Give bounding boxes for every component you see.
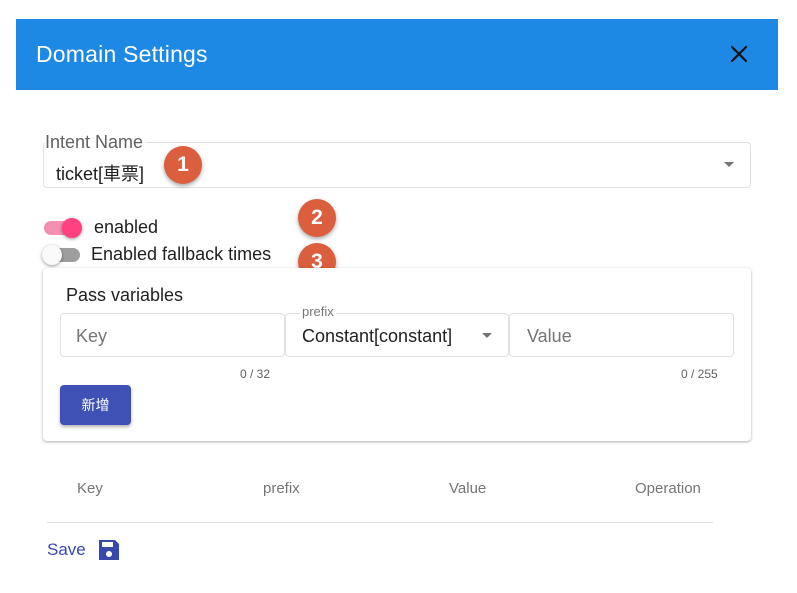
column-header-operation: Operation [635, 480, 701, 497]
step-badge-2: 2 [298, 199, 336, 237]
key-placeholder: Key [76, 326, 108, 346]
chevron-down-icon [482, 333, 492, 338]
enabled-label: enabled [94, 217, 159, 237]
dialog-title: Domain Settings [36, 41, 208, 67]
pass-variables-title: Pass variables [66, 285, 184, 305]
fallback-switch-thumb [42, 245, 62, 265]
intent-name-value: ticket[車票] [56, 164, 145, 184]
value-placeholder: Value [527, 326, 572, 346]
dialog-header: Domain Settings [16, 19, 778, 90]
table-divider [47, 522, 713, 523]
prefix-label: prefix [300, 304, 336, 319]
key-counter: 0 / 32 [240, 367, 271, 381]
close-icon[interactable] [726, 41, 752, 67]
save-label: Save [47, 540, 86, 559]
intent-name-select[interactable] [43, 142, 751, 188]
enabled-switch-thumb [62, 218, 82, 238]
domain-settings-dialog: Domain Settings Intent Name ticket[車票] 1… [0, 0, 797, 593]
column-header-value: Value [449, 480, 487, 497]
floppy-disk-icon [97, 538, 121, 562]
column-header-prefix: prefix [263, 480, 300, 497]
fallback-label: Enabled fallback times [91, 244, 272, 264]
step-badge-1: 1 [164, 146, 202, 184]
intent-name-label: Intent Name [45, 132, 147, 153]
column-header-key: Key [77, 480, 103, 497]
add-button[interactable]: 新增 [60, 385, 131, 425]
chevron-down-icon [724, 162, 734, 167]
value-counter: 0 / 255 [681, 367, 718, 381]
prefix-value: Constant[constant] [302, 326, 453, 346]
